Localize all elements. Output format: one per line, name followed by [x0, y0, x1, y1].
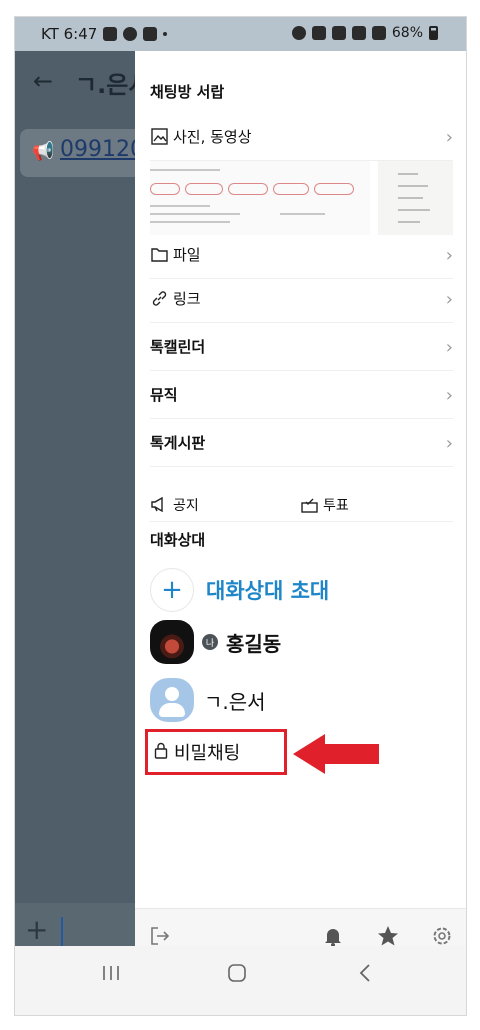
recents-icon[interactable]	[91, 956, 131, 990]
chevron-right-icon: ›	[445, 385, 453, 406]
member-row-self[interactable]: 나 홍길동	[150, 619, 453, 665]
vote-label: 투표	[323, 497, 349, 514]
chevron-right-icon: ›	[445, 289, 453, 310]
member-name: 홍길동	[226, 631, 282, 656]
back-arrow-icon[interactable]: ←	[33, 67, 53, 95]
battery-icon	[429, 26, 438, 40]
invite-member-label[interactable]: 대화상대 초대	[206, 575, 329, 605]
drawer-item-calendar[interactable]: 톡캘린더 ›	[150, 323, 453, 371]
drawer-item-label: 링크	[173, 290, 201, 308]
invite-member-row[interactable]: + 대화상대 초대	[150, 567, 453, 613]
chat-drawer: 채팅방 서랍 사진, 동영상 › 파일 › 링크 › 톡캘린더 › 뮤직 › 톡…	[135, 51, 466, 962]
media-thumbnail[interactable]	[150, 161, 370, 235]
drawer-item-label: 뮤직	[150, 386, 178, 404]
chat-room-background: ← ㄱ.은서 📢 099120 +	[15, 51, 150, 963]
pinned-notice[interactable]: 📢 099120	[20, 129, 150, 177]
secret-chat-button[interactable]: 비밀채팅	[145, 729, 287, 775]
drawer-item-label: 톡게시판	[150, 434, 206, 452]
me-badge: 나	[202, 634, 218, 650]
member-name: ㄱ.은서	[204, 689, 266, 714]
megaphone-icon: 📢	[32, 141, 55, 162]
back-icon[interactable]	[345, 956, 385, 990]
gallery-notification-icon	[103, 27, 118, 41]
drawer-item-label: 파일	[173, 246, 201, 264]
members-section-title: 대화상대	[150, 531, 206, 549]
secret-chat-label: 비밀채팅	[174, 743, 241, 764]
drawer-item-label: 사진, 동영상	[173, 128, 252, 146]
drawer-item-photos-videos[interactable]: 사진, 동영상 ›	[150, 113, 453, 161]
pinned-notice-text[interactable]: 099120	[60, 137, 144, 162]
chevron-right-icon: ›	[445, 337, 453, 358]
mute-icon	[331, 26, 346, 40]
media-thumbnails[interactable]	[150, 161, 453, 235]
alarm-icon	[291, 26, 306, 40]
drawer-item-links[interactable]: 링크 ›	[150, 275, 453, 323]
system-navigation-bar	[15, 946, 466, 1000]
media-thumbnail[interactable]	[378, 161, 453, 235]
drawer-title: 채팅방 서랍	[150, 83, 225, 101]
drawer-item-music[interactable]: 뮤직 ›	[150, 371, 453, 419]
app-notification-icon	[143, 27, 158, 41]
plus-icon[interactable]: +	[150, 568, 194, 612]
status-bar: KT 6:47 68%	[15, 17, 466, 51]
signal-icon	[371, 26, 386, 40]
vote-button[interactable]: 투표	[300, 495, 450, 515]
folder-icon	[150, 246, 168, 264]
avatar[interactable]	[150, 620, 194, 664]
ballot-box-icon	[300, 496, 318, 514]
notice-vote-bar: 공지 투표	[150, 488, 453, 522]
link-icon	[150, 290, 168, 308]
red-arrow-annotation	[293, 734, 379, 774]
bluetooth-icon	[311, 26, 326, 40]
home-icon[interactable]	[217, 956, 257, 990]
notice-label: 공지	[173, 497, 199, 514]
screenshot-frame: KT 6:47 68% ← ㄱ.은서 📢 099120 + 채팅방 서랍 사진,…	[14, 16, 467, 1016]
battery-percent: 68%	[391, 25, 423, 41]
image-icon	[150, 128, 168, 146]
default-avatar-icon[interactable]	[150, 678, 194, 722]
carrier-time: KT 6:47	[41, 25, 98, 43]
chevron-right-icon: ›	[445, 245, 453, 266]
megaphone-icon	[150, 496, 168, 514]
more-notifications-icon	[163, 32, 168, 36]
chevron-right-icon: ›	[445, 433, 453, 454]
member-row[interactable]: ㄱ.은서	[150, 677, 453, 723]
kakaotalk-notification-icon	[123, 27, 138, 41]
wifi-icon	[351, 26, 366, 40]
notice-button[interactable]: 공지	[150, 495, 300, 515]
drawer-item-label: 톡캘린더	[150, 338, 206, 356]
drawer-item-files[interactable]: 파일 ›	[150, 231, 453, 279]
lock-icon	[154, 742, 168, 763]
plus-icon[interactable]: +	[25, 913, 48, 946]
drawer-item-board[interactable]: 톡게시판 ›	[150, 419, 453, 467]
chevron-right-icon: ›	[445, 127, 453, 148]
